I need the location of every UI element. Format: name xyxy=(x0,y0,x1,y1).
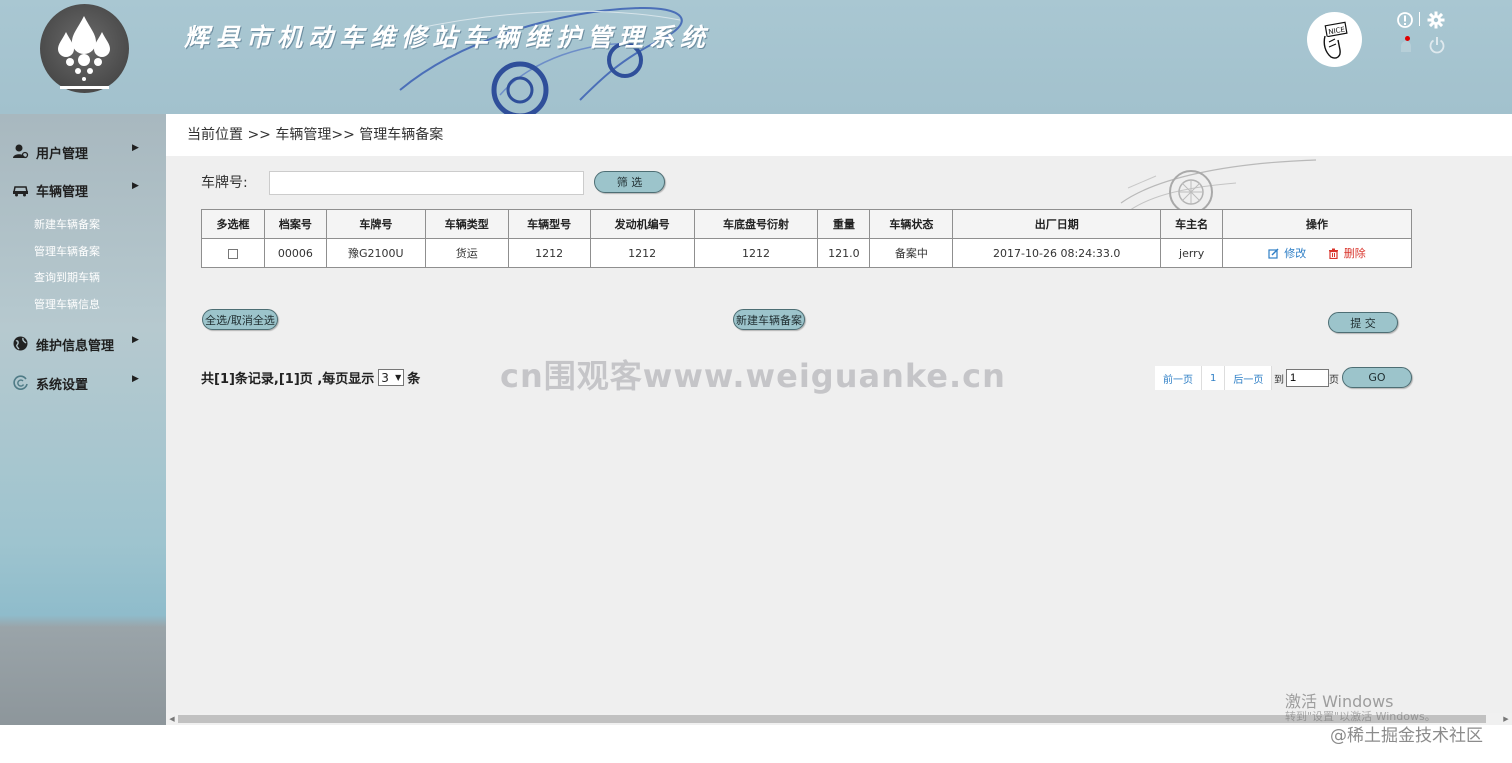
sidebar-menu-user[interactable]: 用户管理 ▶ xyxy=(0,136,166,166)
app-header: 辉县市机动车维修站车辆维护管理系统 NICE xyxy=(0,0,1512,114)
trash-icon xyxy=(1328,248,1338,259)
column-header: 车牌号 xyxy=(325,209,426,239)
plate-filter-label: 车牌号: xyxy=(201,175,248,191)
column-header: 车主名 xyxy=(1160,209,1224,239)
chassis-no-cell: 1212 xyxy=(693,238,819,268)
go-button[interactable]: GO xyxy=(1342,367,1412,388)
edit-label: 修改 xyxy=(1284,247,1307,260)
next-page-link[interactable]: 后一页 xyxy=(1225,366,1273,390)
edit-link[interactable]: 修改 xyxy=(1268,247,1310,260)
column-header: 操作 xyxy=(1222,209,1412,239)
column-header: 档案号 xyxy=(263,209,327,239)
breadcrumb: 当前位置 >> 车辆管理>> 管理车辆备案 xyxy=(187,127,444,143)
vehicle-model-cell: 1212 xyxy=(507,238,591,268)
filter-button[interactable]: 筛 选 xyxy=(594,171,665,193)
system-title: 辉县市机动车维修站车辆维护管理系统 xyxy=(184,23,712,52)
table-row: 00006 豫G2100U 货运 1212 1212 1212 121.0 备案… xyxy=(201,238,1412,268)
logo xyxy=(40,4,129,93)
summary-prefix: 共[1]条记录,[1]页 ,每页显示 xyxy=(201,372,375,387)
sidebar-item-manage-record[interactable]: 管理车辆备案 xyxy=(34,243,100,259)
row-checkbox[interactable] xyxy=(227,248,238,259)
watermark: cn围观客www.weiguanke.cn xyxy=(500,357,1006,395)
delete-label: 删除 xyxy=(1343,247,1366,260)
sidebar-menu-settings[interactable]: 系统设置 ▶ xyxy=(0,367,166,397)
breadcrumb-bar: 当前位置 >> 车辆管理>> 管理车辆备案 xyxy=(166,114,1512,156)
column-header: 车底盘号衍射 xyxy=(693,209,819,239)
goto-label: 到 xyxy=(1274,375,1284,386)
pagination: 前一页 1 后一页 xyxy=(1155,366,1273,390)
status-cell: 备案中 xyxy=(869,238,954,268)
weight-cell: 121.0 xyxy=(817,238,871,268)
pagination-summary: 共[1]条记录,[1]页 ,每页显示 3 ▼ 条 xyxy=(201,368,420,387)
row-select-cell xyxy=(201,238,265,268)
scroll-right-icon[interactable]: ▶ xyxy=(1500,713,1512,725)
sidebar-menu-label: 系统设置 xyxy=(36,378,89,393)
vehicle-type-cell: 货运 xyxy=(424,238,509,268)
archive-no-cell: 00006 xyxy=(263,238,327,268)
per-page-select[interactable]: 3 ▼ xyxy=(378,369,405,386)
chevron-right-icon: ▶ xyxy=(132,143,139,153)
factory-date-cell: 2017-10-26 08:24:33.0 xyxy=(952,238,1162,268)
chevron-right-icon: ▶ xyxy=(132,181,139,191)
select-all-button[interactable]: 全选/取消全选 xyxy=(202,309,278,330)
delete-link[interactable]: 删除 xyxy=(1328,247,1366,260)
sidebar-menu-vehicle[interactable]: 车辆管理 ▶ xyxy=(0,174,166,204)
globe-icon xyxy=(13,336,28,351)
alert-icon[interactable] xyxy=(1396,11,1414,29)
car-icon xyxy=(13,186,28,197)
chevron-down-icon: ▼ xyxy=(395,373,402,382)
header-separator xyxy=(1419,12,1420,26)
column-header: 多选框 xyxy=(201,209,265,239)
user-icon xyxy=(13,144,29,159)
page-number-link[interactable]: 1 xyxy=(1202,366,1226,390)
summary-suffix: 条 xyxy=(407,372,421,387)
scroll-left-icon[interactable]: ◀ xyxy=(166,713,178,725)
plate-search-input[interactable] xyxy=(269,171,584,195)
submit-button[interactable]: 提 交 xyxy=(1328,312,1398,333)
column-header: 车辆类型 xyxy=(424,209,509,239)
notification-dot xyxy=(1405,36,1410,41)
sidebar-menu-label: 车辆管理 xyxy=(36,185,89,200)
new-record-button[interactable]: 新建车辆备案 xyxy=(733,309,805,330)
sidebar-item-new-record[interactable]: 新建车辆备案 xyxy=(34,216,100,232)
sidebar-item-manage-vehicles[interactable]: 管理车辆信息 xyxy=(34,296,100,312)
power-icon[interactable] xyxy=(1428,36,1446,54)
owner-cell: jerry xyxy=(1160,238,1224,268)
sidebar-menu-label: 用户管理 xyxy=(36,147,89,162)
nice-hand-icon: NICE xyxy=(1323,21,1348,59)
sidebar: 用户管理 ▶ 车辆管理 ▶ 新建车辆备案 管理车辆备案 查询到期车辆 管理车辆信… xyxy=(0,114,166,725)
community-watermark: @稀土掘金技术社区 xyxy=(1330,726,1483,746)
plate-cell: 豫G2100U xyxy=(325,238,426,268)
edit-icon xyxy=(1268,248,1279,259)
sidebar-menu-maintenance[interactable]: 维护信息管理 ▶ xyxy=(0,328,166,358)
column-header: 发动机编号 xyxy=(589,209,695,239)
per-page-value: 3 xyxy=(381,370,389,385)
settings-swirl-icon xyxy=(13,375,28,390)
chevron-right-icon: ▶ xyxy=(132,374,139,384)
prev-page-link[interactable]: 前一页 xyxy=(1155,366,1202,390)
goto-page-input[interactable] xyxy=(1286,369,1329,387)
sidebar-item-expired-vehicles[interactable]: 查询到期车辆 xyxy=(34,269,100,285)
column-header: 车辆状态 xyxy=(869,209,954,239)
column-header: 出厂日期 xyxy=(952,209,1162,239)
water-drop-icon xyxy=(58,16,110,89)
main-content: 当前位置 >> 车辆管理>> 管理车辆备案 车牌号: 筛 选 多选框 档案号 车… xyxy=(166,114,1512,725)
avatar[interactable]: NICE xyxy=(1307,12,1362,67)
operation-cell: 修改 删除 xyxy=(1222,238,1412,268)
avatar-text: NICE xyxy=(1328,26,1346,37)
column-header: 车辆型号 xyxy=(507,209,591,239)
engine-no-cell: 1212 xyxy=(589,238,695,268)
page-label: 页 xyxy=(1329,375,1339,386)
table-header-row: 多选框 档案号 车牌号 车辆类型 车辆型号 发动机编号 车底盘号衍射 重量 车辆… xyxy=(201,209,1412,239)
gear-icon[interactable] xyxy=(1427,11,1445,29)
vehicle-record-table: 多选框 档案号 车牌号 车辆类型 车辆型号 发动机编号 车底盘号衍射 重量 车辆… xyxy=(201,209,1412,268)
sidebar-menu-label: 维护信息管理 xyxy=(36,339,115,354)
chevron-right-icon: ▶ xyxy=(132,335,139,345)
column-header: 重量 xyxy=(817,209,871,239)
